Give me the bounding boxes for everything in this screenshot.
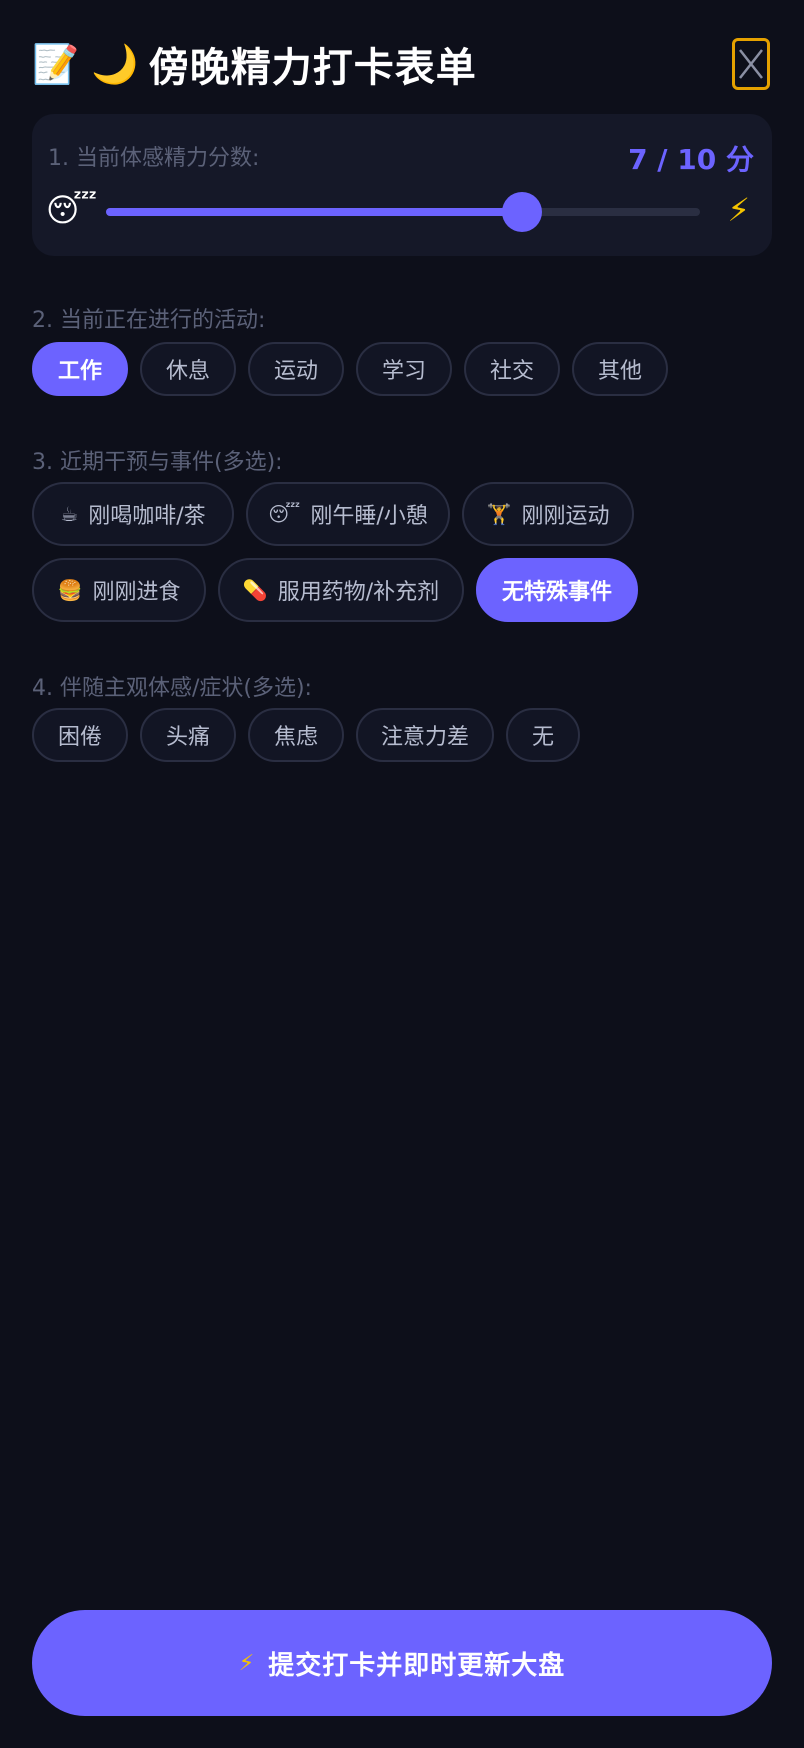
energy-slider-row: 😴 ⚡ [46,190,758,250]
burger-icon: 🍔 [57,578,83,602]
activity-option-study[interactable]: 学习 [356,342,452,396]
activity-option-work[interactable]: 工作 [32,342,128,396]
submit-button-label: 提交打卡并即时更新大盘 [268,1650,566,1681]
header: 📝 🌙 傍晚精力打卡表单 [32,36,772,92]
energy-checkin-page: 📝 🌙 傍晚精力打卡表单 1. 当前体感精力分数: 7 / 10 分 😴 ⚡ 2… [0,0,804,1748]
weightlifter-icon: 🏋 [486,502,512,526]
activity-label: 2. 当前正在进行的活动: [32,308,266,333]
energy-score-value: 7 / 10 分 [628,143,754,176]
event-option-label: 刚午睡/小憩 [310,504,428,529]
symptoms-label: 4. 伴随主观体感/症状(多选): [32,676,312,701]
energy-slider-thumb[interactable] [501,192,542,232]
event-option-label: 无特殊事件 [501,580,612,605]
energy-score-card: 1. 当前体感精力分数: 7 / 10 分 😴 ⚡ [32,114,772,256]
event-option-label: 刚刚运动 [521,504,610,529]
close-icon [739,49,763,79]
submit-button[interactable]: ⚡ 提交打卡并即时更新大盘 [32,1610,772,1716]
activity-option-exercise[interactable]: 运动 [248,342,344,396]
event-option-medication[interactable]: 💊 服用药物/补充剂 [218,558,464,622]
pill-icon: 💊 [242,578,268,602]
symptoms-options: 困倦 头痛 焦虑 注意力差 无 [32,708,772,762]
energy-slider[interactable] [106,192,700,232]
activity-options: 工作 休息 运动 学习 社交 其他 [32,342,772,396]
event-option-none[interactable]: 无特殊事件 [476,558,638,622]
events-label: 3. 近期干预与事件(多选): [32,450,283,475]
activity-option-rest[interactable]: 休息 [140,342,236,396]
lightning-icon: ⚡ [238,1650,255,1676]
lightning-icon: ⚡ [727,191,750,229]
activity-option-social[interactable]: 社交 [464,342,560,396]
energy-score-label: 1. 当前体感精力分数: [48,146,260,171]
event-option-meal[interactable]: 🍔 刚刚进食 [32,558,206,622]
energy-slider-fill [106,208,522,216]
activity-option-other[interactable]: 其他 [572,342,668,396]
symptom-option-headache[interactable]: 头痛 [140,708,236,762]
close-button[interactable] [732,38,770,90]
event-option-label: 服用药物/补充剂 [277,580,440,605]
event-option-coffee[interactable]: ☕ 刚喝咖啡/茶 [32,482,234,546]
event-option-nap[interactable]: 😴 刚午睡/小憩 [246,482,450,546]
event-option-exercise[interactable]: 🏋 刚刚运动 [462,482,634,546]
page-title: 傍晚精力打卡表单 [148,45,477,91]
event-option-label: 刚喝咖啡/茶 [88,504,206,529]
title-wrap: 📝 🌙 傍晚精力打卡表单 [32,35,477,93]
symptom-option-poor-focus[interactable]: 注意力差 [356,708,494,762]
coffee-icon: ☕ [60,502,79,526]
symptom-option-anxiety[interactable]: 焦虑 [248,708,344,762]
sleepy-face-icon: 😴 [268,502,301,526]
symptom-option-drowsy[interactable]: 困倦 [32,708,128,762]
symptom-option-none[interactable]: 无 [506,708,580,762]
events-options: ☕ 刚喝咖啡/茶 😴 刚午睡/小憩 🏋 刚刚运动 🍔 刚刚进食 💊 服用药物/补… [32,482,772,622]
memo-moon-icon: 📝 🌙 [32,42,139,86]
event-option-label: 刚刚进食 [92,580,181,605]
sleepy-face-icon: 😴 [46,191,98,229]
